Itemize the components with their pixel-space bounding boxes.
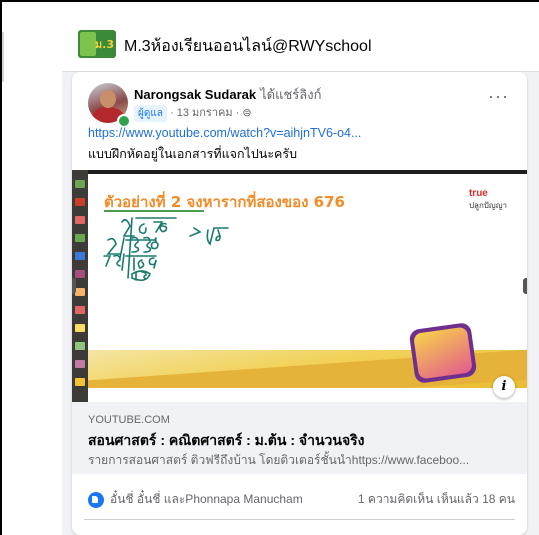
brand-name: true [468, 188, 488, 199]
globe-icon: ⊜ [242, 107, 252, 119]
group-logo[interactable]: ม.3 [78, 30, 116, 58]
left-gutter [2, 2, 62, 535]
scroll-right-handle[interactable] [523, 278, 527, 294]
true-logo: true ปลูกปัญญา [469, 188, 507, 212]
video-thumbnail[interactable]: ตัวอย่างที่ 2 จงหารากที่สองของ 676 true … [72, 170, 527, 402]
info-icon[interactable]: i [493, 376, 515, 398]
group-header: ม.3 M.3ห้องเรียนออนไลน์@RWYschool [62, 2, 539, 72]
more-options-button[interactable]: ··· [488, 86, 509, 107]
post-text: แบบฝึกหัดอยู่ในเอกสารที่แจกไปนะครับ [88, 147, 298, 161]
group-title[interactable]: M.3ห้องเรียนออนไลน์@RWYschool [124, 34, 372, 59]
handwritten-math-drawing [103, 217, 229, 282]
scroll-left-handle[interactable] [72, 278, 76, 294]
group-logo-text: ม.3 [94, 38, 114, 51]
post-card: Narongsak Sudarak ได้แชร์ลิงก์ ผู้ดูแล · … [72, 72, 527, 535]
link-preview-description: รายการสอนศาสตร์ ติวฟรีถึงบ้าน โดยติวเตอร… [88, 453, 470, 467]
post-link[interactable]: https://www.youtube.com/watch?v=aihjnTV6… [88, 126, 361, 140]
post-meta: ผู้ดูแล · 13 มกราคม · ⊜ [134, 103, 252, 122]
admin-badge: ผู้ดูแล [134, 105, 167, 122]
show-logo [408, 321, 478, 385]
brand-subtitle: ปลูกปัญญา [468, 201, 507, 210]
comment-view-counts[interactable]: 1 ความคิดเห็น เห็นแล้ว 18 คน [358, 490, 515, 509]
link-preview[interactable]: YOUTUBE.COM สอนศาสตร์ : คณิตศาสตร์ : ม.ต… [72, 402, 527, 474]
reactions-summary[interactable]: อั๋นชี่ อั๋นชี่ และPhonnapa Manucham [88, 490, 303, 509]
shared-link-text: ได้แชร์ลิงก์ [260, 87, 322, 102]
post-date[interactable]: · 13 มกราคม · [170, 107, 239, 119]
divider [84, 519, 515, 520]
link-preview-domain: YOUTUBE.COM [88, 414, 170, 426]
link-preview-title: สอนศาสตร์ : คณิตศาสตร์ : ม.ต้น : จำนวนจร… [88, 432, 365, 448]
author-line: Narongsak Sudarak ได้แชร์ลิงก์ [134, 84, 321, 105]
like-icon [88, 491, 104, 508]
author-name[interactable]: Narongsak Sudarak [134, 87, 256, 102]
reactors-text[interactable]: อั๋นชี่ อั๋นชี่ และPhonnapa Manucham [110, 492, 303, 506]
